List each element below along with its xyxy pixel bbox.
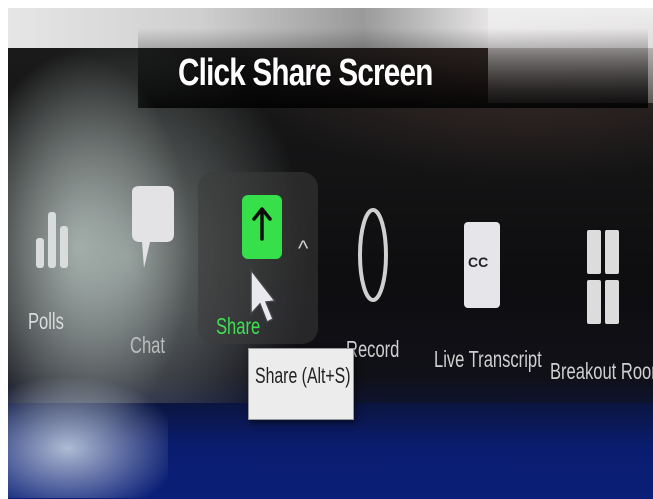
record-icon bbox=[358, 208, 388, 302]
record-label: Record bbox=[346, 336, 400, 362]
share-menu-caret[interactable]: ^ bbox=[298, 236, 308, 262]
polls-icon bbox=[36, 212, 68, 268]
chat-label: Chat bbox=[130, 332, 165, 358]
polls-label: Polls bbox=[28, 308, 64, 334]
share-screen-icon bbox=[242, 195, 282, 259]
toolbar-polls[interactable]: Polls bbox=[20, 190, 90, 370]
toolbar-breakout-rooms[interactable]: Breakout Room bbox=[548, 222, 653, 412]
live-transcript-label: Live Transcript bbox=[434, 346, 542, 372]
toolbar-live-transcript[interactable]: CC Live Transcript bbox=[432, 210, 542, 405]
cc-badge: CC bbox=[468, 254, 489, 270]
tooltip-text: Share (Alt+S) bbox=[255, 363, 351, 388]
toolbar-chat[interactable]: Chat bbox=[118, 180, 188, 370]
breakout-rooms-icon bbox=[587, 230, 619, 324]
glare-bottom bbox=[8, 378, 168, 498]
breakout-rooms-label: Breakout Room bbox=[550, 358, 653, 384]
chat-icon bbox=[132, 186, 174, 268]
mouse-pointer-icon bbox=[250, 268, 276, 324]
share-tooltip: Share (Alt+S) bbox=[248, 348, 354, 420]
instruction-caption: Click Share Screen bbox=[178, 52, 433, 94]
toolbar-record[interactable]: Record bbox=[344, 200, 424, 370]
